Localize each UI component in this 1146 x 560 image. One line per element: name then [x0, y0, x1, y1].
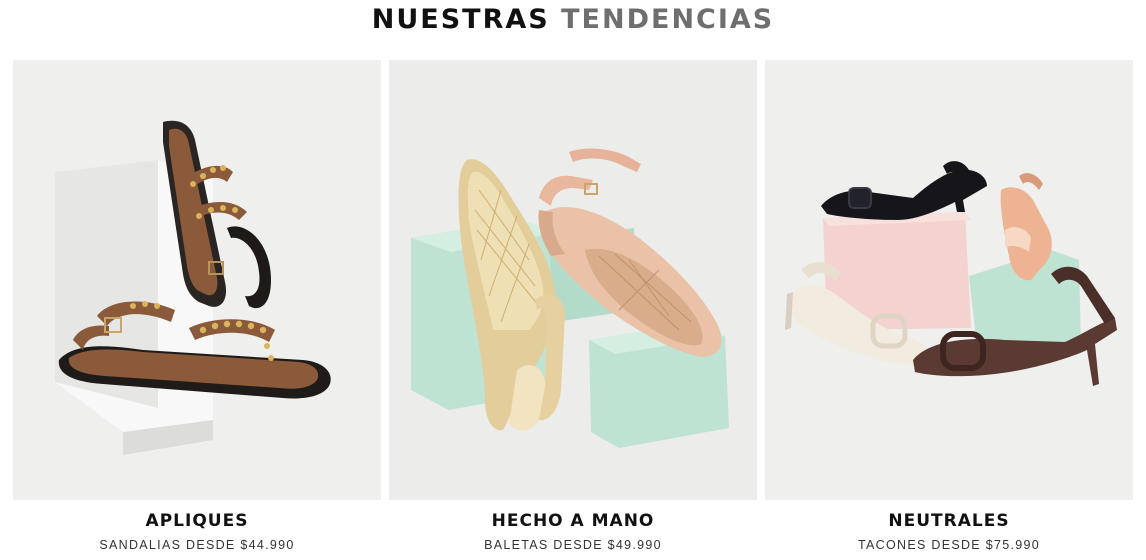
trend-card-apliques[interactable]: APLIQUES SANDALIAS DESDE $44.990	[13, 60, 381, 560]
card-title[interactable]: HECHO A MANO	[389, 511, 757, 531]
card-subtitle: BALETAS DESDE $49.990	[484, 538, 662, 552]
section-heading: NUESTRAS TENDENCIAS	[0, 0, 1146, 44]
trend-card-neutrales[interactable]: NEUTRALES TACONES DESDE $75.990	[765, 60, 1133, 560]
product-image-heels[interactable]	[765, 60, 1133, 500]
heading-primary-text: NUESTRAS	[371, 4, 550, 35]
product-image-sandals[interactable]	[13, 60, 381, 500]
heading-secondary-text: TENDENCIAS	[561, 4, 775, 35]
card-title[interactable]: NEUTRALES	[765, 511, 1133, 531]
card-title[interactable]: APLIQUES	[13, 511, 381, 531]
trend-card-hecho-a-mano[interactable]: HECHO A MANO BALETAS DESDE $49.990	[389, 60, 757, 560]
product-image-flats[interactable]	[389, 60, 757, 500]
card-subtitle: SANDALIAS DESDE $44.990	[99, 538, 295, 552]
card-subtitle: TACONES DESDE $75.990	[858, 538, 1040, 552]
